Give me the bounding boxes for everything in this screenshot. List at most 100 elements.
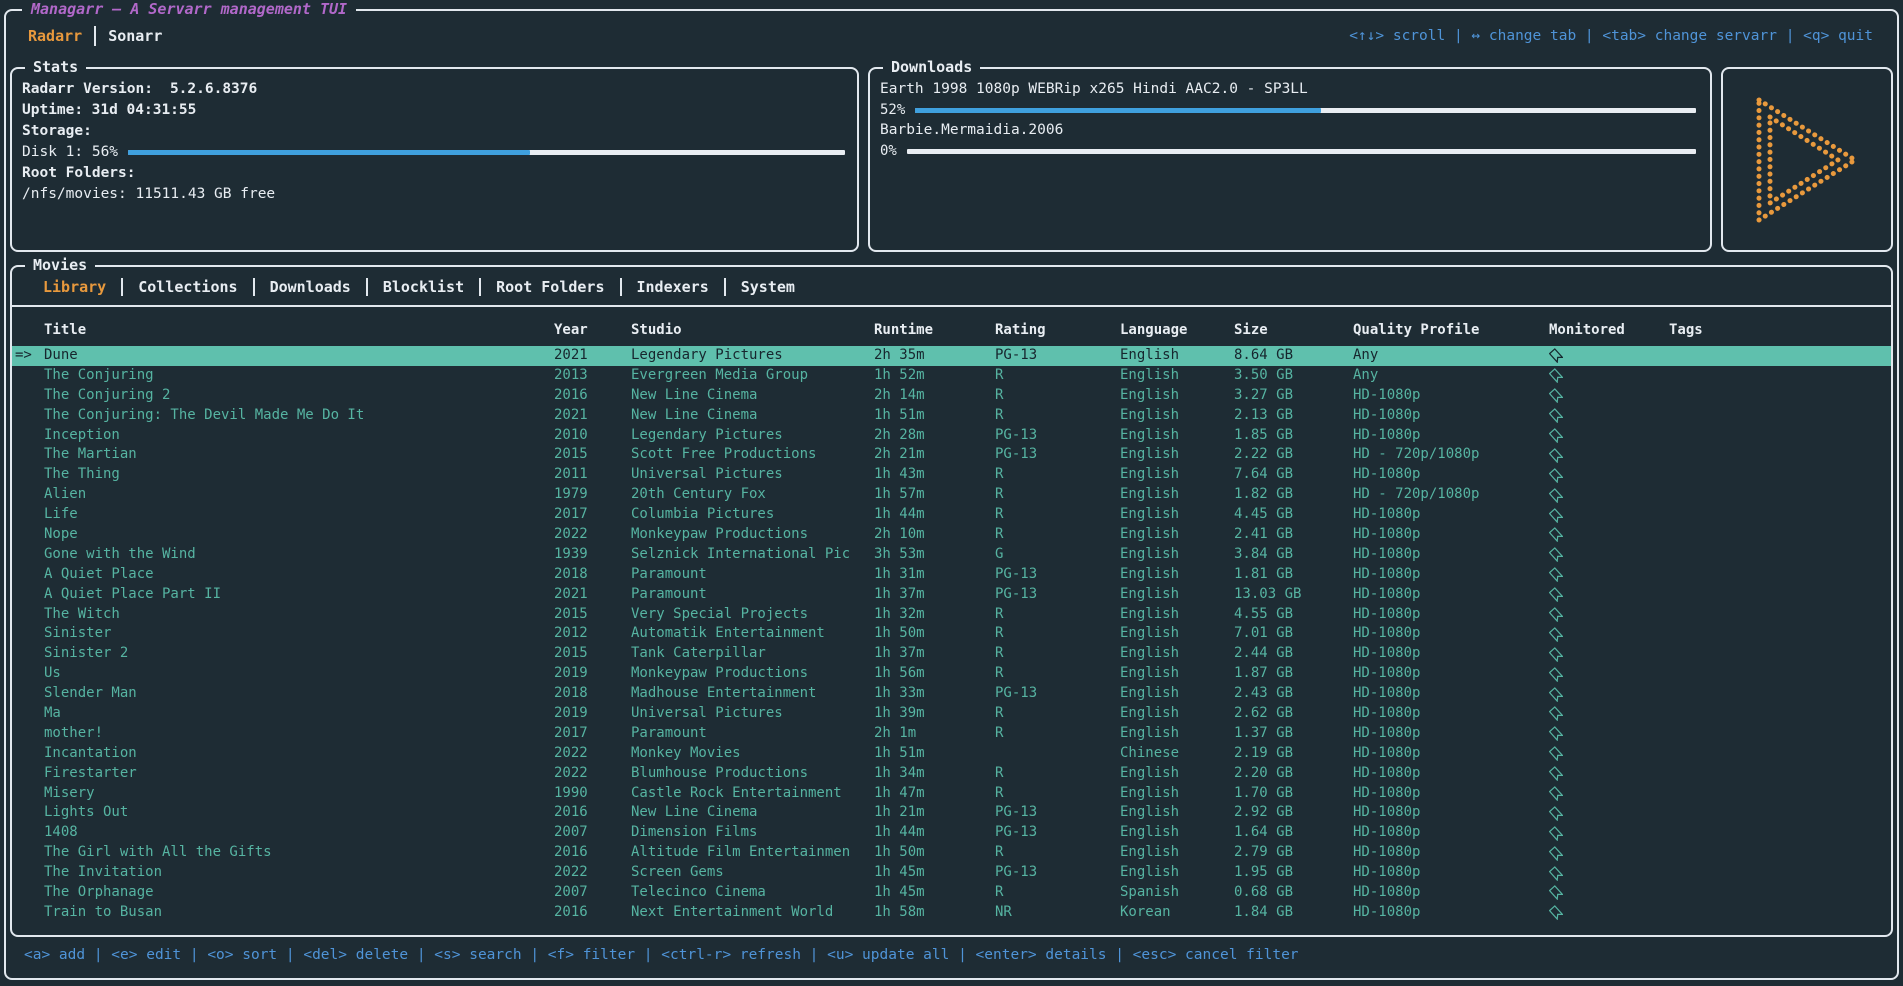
- table-row[interactable]: Ma 2019 Universal Pictures 1h 39m R Engl…: [12, 704, 1891, 724]
- movie-studio-cell: New Line Cinema: [631, 803, 874, 823]
- table-row[interactable]: The Martian 2015 Scott Free Productions …: [12, 445, 1891, 465]
- movie-title-cell: The Witch: [44, 605, 554, 625]
- table-row[interactable]: The Conjuring 2013 Evergreen Media Group…: [12, 366, 1891, 386]
- table-row[interactable]: Firestarter 2022 Blumhouse Productions 1…: [12, 764, 1891, 784]
- tab-collections[interactable]: Collections: [121, 278, 252, 296]
- movie-studio-cell: Paramount: [631, 585, 874, 605]
- table-row[interactable]: Nope 2022 Monkeypaw Productions 2h 10m R…: [12, 525, 1891, 545]
- table-row[interactable]: Alien 1979 20th Century Fox 1h 57m R Eng…: [12, 485, 1891, 505]
- table-row[interactable]: Us 2019 Monkeypaw Productions 1h 56m R E…: [12, 664, 1891, 684]
- movie-studio-cell: Universal Pictures: [631, 465, 874, 485]
- movie-language-cell: English: [1120, 803, 1234, 823]
- movie-monitored-cell: [1549, 587, 1669, 602]
- tab-indexers[interactable]: Indexers: [620, 278, 724, 296]
- app-title: Managarr — A Servarr management TUI: [22, 0, 356, 18]
- tab-blocklist[interactable]: Blocklist: [366, 278, 479, 296]
- table-row[interactable]: The Conjuring 2 2016 New Line Cinema 2h …: [12, 386, 1891, 406]
- table-row[interactable]: Misery 1990 Castle Rock Entertainment 1h…: [12, 784, 1891, 804]
- movie-quality-cell: HD-1080p: [1353, 843, 1549, 863]
- movie-rating-cell: R: [995, 485, 1120, 505]
- movie-year-cell: 2007: [554, 823, 631, 843]
- movie-quality-cell: HD-1080p: [1353, 545, 1549, 565]
- tab-downloads[interactable]: Downloads: [253, 278, 366, 296]
- movie-monitored-cell: [1549, 567, 1669, 582]
- movie-runtime-cell: 1h 51m: [874, 406, 995, 426]
- table-row[interactable]: Life 2017 Columbia Pictures 1h 44m R Eng…: [12, 505, 1891, 525]
- movie-title-cell: The Thing: [44, 465, 554, 485]
- table-row[interactable]: Lights Out 2016 New Line Cinema 1h 21m P…: [12, 803, 1891, 823]
- movie-rating-cell: PG-13: [995, 585, 1120, 605]
- movie-title-cell: A Quiet Place: [44, 565, 554, 585]
- movie-studio-cell: 20th Century Fox: [631, 485, 874, 505]
- servarr-tab-sonarr[interactable]: Sonarr: [96, 26, 174, 46]
- table-row[interactable]: Sinister 2 2015 Tank Caterpillar 1h 37m …: [12, 644, 1891, 664]
- movie-year-cell: 2016: [554, 803, 631, 823]
- movie-title-cell: The Martian: [44, 445, 554, 465]
- movie-monitored-cell: [1549, 388, 1669, 403]
- movie-runtime-cell: 1h 31m: [874, 565, 995, 585]
- movie-quality-cell: HD-1080p: [1353, 784, 1549, 804]
- movie-title-cell: Dune: [44, 346, 554, 366]
- table-row[interactable]: The Thing 2011 Universal Pictures 1h 43m…: [12, 465, 1891, 485]
- movie-monitored-cell: [1549, 508, 1669, 523]
- table-row[interactable]: The Girl with All the Gifts 2016 Altitud…: [12, 843, 1891, 863]
- table-row[interactable]: 1408 2007 Dimension Films 1h 44m PG-13 E…: [12, 823, 1891, 843]
- table-row[interactable]: Gone with the Wind 1939 Selznick Interna…: [12, 545, 1891, 565]
- movie-studio-cell: Legendary Pictures: [631, 346, 874, 366]
- tab-root-folders[interactable]: Root Folders: [479, 278, 619, 296]
- servarr-tab-radarr[interactable]: Radarr: [16, 26, 94, 46]
- movie-language-cell: English: [1120, 823, 1234, 843]
- movie-year-cell: 2018: [554, 565, 631, 585]
- table-row[interactable]: => Dune 2021 Legendary Pictures 2h 35m P…: [12, 346, 1891, 366]
- movie-language-cell: English: [1120, 485, 1234, 505]
- table-row[interactable]: The Invitation 2022 Screen Gems 1h 45m P…: [12, 863, 1891, 883]
- bookmark-icon: [1549, 866, 1563, 881]
- movie-size-cell: 2.19 GB: [1234, 744, 1353, 764]
- table-row[interactable]: A Quiet Place 2018 Paramount 1h 31m PG-1…: [12, 565, 1891, 585]
- movie-title-cell: 1408: [44, 823, 554, 843]
- table-row[interactable]: mother! 2017 Paramount 2h 1m R English 1…: [12, 724, 1891, 744]
- download-item: Barbie.Mermaidia.2006 0%: [880, 120, 1696, 161]
- movie-size-cell: 1.81 GB: [1234, 565, 1353, 585]
- movie-rating-cell: NR: [995, 903, 1120, 923]
- movie-runtime-cell: 1h 57m: [874, 485, 995, 505]
- movie-runtime-cell: 1h 34m: [874, 764, 995, 784]
- movie-size-cell: 1.84 GB: [1234, 903, 1353, 923]
- movie-size-cell: 2.92 GB: [1234, 803, 1353, 823]
- movie-studio-cell: Tank Caterpillar: [631, 644, 874, 664]
- movie-size-cell: 3.50 GB: [1234, 366, 1353, 386]
- table-row[interactable]: Incantation 2022 Monkey Movies 1h 51m Ch…: [12, 744, 1891, 764]
- table-row[interactable]: A Quiet Place Part II 2021 Paramount 1h …: [12, 585, 1891, 605]
- movie-language-cell: English: [1120, 545, 1234, 565]
- movie-year-cell: 2019: [554, 664, 631, 684]
- movie-size-cell: 2.13 GB: [1234, 406, 1353, 426]
- movie-quality-cell: HD-1080p: [1353, 883, 1549, 903]
- movies-tab-bar: LibraryCollectionsDownloadsBlocklistRoot…: [12, 267, 1891, 307]
- movie-runtime-cell: 1h 58m: [874, 903, 995, 923]
- bookmark-icon: [1549, 428, 1563, 443]
- download-name: Barbie.Mermaidia.2006: [880, 120, 1696, 141]
- movie-quality-cell: HD - 720p/1080p: [1353, 445, 1549, 465]
- table-row[interactable]: The Conjuring: The Devil Made Me Do It 2…: [12, 406, 1891, 426]
- movie-rating-cell: PG-13: [995, 803, 1120, 823]
- movie-title-cell: mother!: [44, 724, 554, 744]
- tab-library[interactable]: Library: [28, 278, 121, 296]
- column-header-title: Title: [44, 321, 554, 341]
- table-row[interactable]: Sinister 2012 Automatik Entertainment 1h…: [12, 624, 1891, 644]
- movie-title-cell: Alien: [44, 485, 554, 505]
- movie-language-cell: Spanish: [1120, 883, 1234, 903]
- table-row[interactable]: Train to Busan 2016 Next Entertainment W…: [12, 903, 1891, 923]
- servarr-tab-bar: RadarrSonarr: [16, 26, 174, 46]
- table-row[interactable]: Slender Man 2018 Madhouse Entertainment …: [12, 684, 1891, 704]
- table-row[interactable]: Inception 2010 Legendary Pictures 2h 28m…: [12, 426, 1891, 446]
- table-row[interactable]: The Orphanage 2007 Telecinco Cinema 1h 4…: [12, 883, 1891, 903]
- movie-rating-cell: PG-13: [995, 445, 1120, 465]
- table-row[interactable]: The Witch 2015 Very Special Projects 1h …: [12, 605, 1891, 625]
- movie-quality-cell: HD-1080p: [1353, 406, 1549, 426]
- movies-table-body: => Dune 2021 Legendary Pictures 2h 35m P…: [12, 346, 1891, 923]
- movie-studio-cell: Monkeypaw Productions: [631, 664, 874, 684]
- downloads-panel-title: Downloads: [883, 58, 980, 76]
- tab-system[interactable]: System: [724, 278, 810, 296]
- movie-year-cell: 2016: [554, 386, 631, 406]
- bookmark-icon: [1549, 547, 1563, 562]
